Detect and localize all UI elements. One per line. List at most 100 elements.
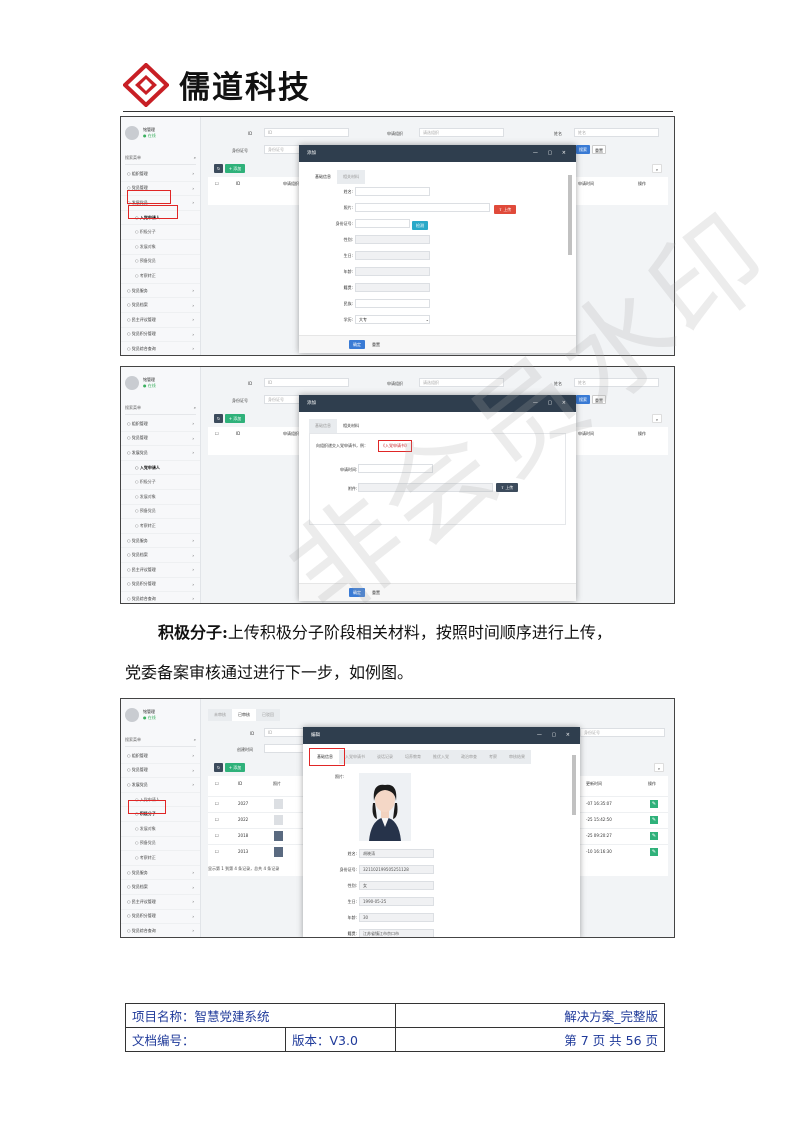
- row-checkbox[interactable]: ☐: [215, 833, 219, 838]
- form-value[interactable]: 江苏省镇江市京口市: [359, 929, 434, 937]
- sidebar-item[interactable]: ○ 组织管理 ›: [121, 167, 200, 182]
- modal-tab[interactable]: 政治审查: [455, 750, 483, 764]
- scrollbar[interactable]: [568, 175, 572, 255]
- tab-basic-info[interactable]: 基础信息: [309, 170, 337, 184]
- edit-icon[interactable]: ✎: [650, 848, 658, 856]
- tab-materials[interactable]: 相关材料: [337, 419, 365, 433]
- row-checkbox[interactable]: ☐: [215, 817, 219, 822]
- add-button[interactable]: + 添加: [225, 414, 245, 423]
- modal-tab[interactable]: 审核结果: [503, 750, 531, 764]
- sidebar-item[interactable]: ○ 发展对象: [121, 240, 200, 255]
- select-all-checkbox[interactable]: ☐: [215, 181, 219, 186]
- form-input[interactable]: [355, 187, 430, 196]
- form-input[interactable]: [355, 267, 430, 276]
- sidebar-item[interactable]: ○ 积极分子: [121, 475, 200, 490]
- form-input[interactable]: [355, 299, 430, 308]
- sidebar-item[interactable]: ○ 积极分子: [121, 225, 200, 240]
- form-input[interactable]: [355, 203, 490, 212]
- edit-icon[interactable]: ✎: [650, 800, 658, 808]
- form-input[interactable]: 大专 ⌄: [355, 315, 430, 324]
- name-input[interactable]: 姓名: [574, 128, 659, 137]
- window-controls-icon[interactable]: — ▢ ×: [537, 727, 574, 744]
- add-button[interactable]: + 添加: [225, 164, 245, 173]
- form-value[interactable]: 30: [359, 913, 434, 922]
- form-input[interactable]: [355, 283, 430, 292]
- tab-unreviewed[interactable]: 未审核: [208, 709, 232, 721]
- org-select[interactable]: 请选组织: [419, 128, 504, 137]
- window-controls-icon[interactable]: — ▢ ×: [533, 145, 570, 162]
- created-time-input[interactable]: [264, 744, 304, 753]
- scrollbar[interactable]: [572, 755, 576, 815]
- id-input[interactable]: ID: [264, 128, 349, 137]
- tab-reviewed[interactable]: 已审核: [232, 709, 256, 721]
- sidebar-item[interactable]: ○ 组织管理 ›: [121, 417, 200, 432]
- modal-reset-button[interactable]: 重置: [369, 340, 383, 349]
- modal-tab[interactable]: 谈话记录: [371, 750, 399, 764]
- sidebar-item[interactable]: ○ 考察转正: [121, 519, 200, 534]
- reset-button[interactable]: 重置: [592, 145, 606, 154]
- sidebar-item[interactable]: ○ 党员服务 ›: [121, 534, 200, 549]
- form-input[interactable]: [355, 251, 430, 260]
- edit-icon[interactable]: ✎: [650, 832, 658, 840]
- search-button[interactable]: 搜索: [576, 145, 590, 154]
- sidebar-item[interactable]: ○ 发展对象: [121, 490, 200, 505]
- sidebar-item[interactable]: ○ 民主评议管理 ›: [121, 895, 200, 910]
- tab-materials[interactable]: 相关材料: [337, 170, 365, 184]
- sidebar-item[interactable]: ○ 党员综合查询 ›: [121, 592, 200, 603]
- sidebar-item[interactable]: ○ 党员管理 ›: [121, 764, 200, 779]
- form-value[interactable]: 321102199505251128: [359, 865, 434, 874]
- sidebar-item[interactable]: ○ 入党申请人: [121, 461, 200, 476]
- upload-button[interactable]: ⇪ 上传: [494, 205, 516, 214]
- refresh-icon[interactable]: ↻: [214, 164, 223, 173]
- form-input[interactable]: [355, 235, 430, 244]
- search-icon[interactable]: ⌕: [654, 763, 664, 772]
- sidebar-item[interactable]: ○ 发展党员 ›: [121, 446, 200, 461]
- sidebar-item[interactable]: ○ 党员服务 ›: [121, 284, 200, 299]
- sidebar-item[interactable]: ○ 党员积分管理 ›: [121, 328, 200, 343]
- sidebar-item[interactable]: ○ 党员积分管理 ›: [121, 910, 200, 925]
- sidebar-item[interactable]: ○ 预备党员: [121, 255, 200, 270]
- sidebar-item[interactable]: ○ 党员管理 ›: [121, 432, 200, 447]
- sidebar-item[interactable]: ○ 考察转正: [121, 269, 200, 284]
- refresh-icon[interactable]: ↻: [214, 414, 223, 423]
- idcard-input[interactable]: 身份证号: [580, 728, 665, 737]
- menu-search[interactable]: 搜索菜单 ⌕: [125, 401, 196, 415]
- sidebar-item[interactable]: ○ 发展党员 ›: [121, 778, 200, 793]
- form-value[interactable]: 女: [359, 881, 434, 890]
- select-all-checkbox[interactable]: ☐: [215, 431, 219, 436]
- sidebar-item[interactable]: ○ 党员档案 ›: [121, 880, 200, 895]
- sidebar-item[interactable]: ○ 组织管理 ›: [121, 749, 200, 764]
- check-button[interactable]: 检测: [412, 221, 428, 230]
- refresh-icon[interactable]: ↻: [214, 763, 223, 772]
- idcard-input[interactable]: 身份证号: [264, 145, 304, 154]
- sidebar-item[interactable]: ○ 党员档案 ›: [121, 548, 200, 563]
- modal-tab[interactable]: 培养教育: [399, 750, 427, 764]
- sidebar-item[interactable]: ○ 党员综合查询 ›: [121, 924, 200, 937]
- menu-search[interactable]: 搜索菜单 ⌕: [125, 151, 196, 165]
- sidebar-item[interactable]: ○ 民主评议管理 ›: [121, 313, 200, 328]
- sidebar-item[interactable]: ○ 党员档案 ›: [121, 298, 200, 313]
- sidebar-item[interactable]: ○ 党员综合查询 ›: [121, 342, 200, 355]
- tab-rejected[interactable]: 已驳回: [256, 709, 280, 721]
- idcard-input[interactable]: 身份证号: [264, 395, 304, 404]
- add-button[interactable]: + 添加: [225, 763, 245, 772]
- form-input[interactable]: [355, 219, 410, 228]
- id-input[interactable]: ID: [264, 378, 349, 387]
- sidebar-item[interactable]: ○ 预备党员: [121, 505, 200, 520]
- tab-basic-info[interactable]: 基础信息: [309, 419, 337, 433]
- modal-tab[interactable]: 考察: [483, 750, 503, 764]
- modal-tab[interactable]: 推优入党: [427, 750, 455, 764]
- confirm-button[interactable]: 确定: [349, 340, 365, 349]
- edit-icon[interactable]: ✎: [650, 816, 658, 824]
- sidebar-item[interactable]: ○ 党员服务 ›: [121, 866, 200, 881]
- search-icon[interactable]: ⌕: [652, 164, 662, 173]
- form-value[interactable]: 胡晓涛: [359, 849, 434, 858]
- sidebar-item[interactable]: ○ 发展对象: [121, 822, 200, 837]
- select-all-checkbox[interactable]: ☐: [215, 781, 219, 786]
- sidebar-item[interactable]: ○ 民主评议管理 ›: [121, 563, 200, 578]
- sidebar-item[interactable]: ○ 党员积分管理 ›: [121, 578, 200, 593]
- sidebar-item[interactable]: ○ 考察转正: [121, 851, 200, 866]
- row-checkbox[interactable]: ☐: [215, 849, 219, 854]
- form-value[interactable]: 1990-05-25: [359, 897, 434, 906]
- id-input[interactable]: ID: [264, 728, 304, 737]
